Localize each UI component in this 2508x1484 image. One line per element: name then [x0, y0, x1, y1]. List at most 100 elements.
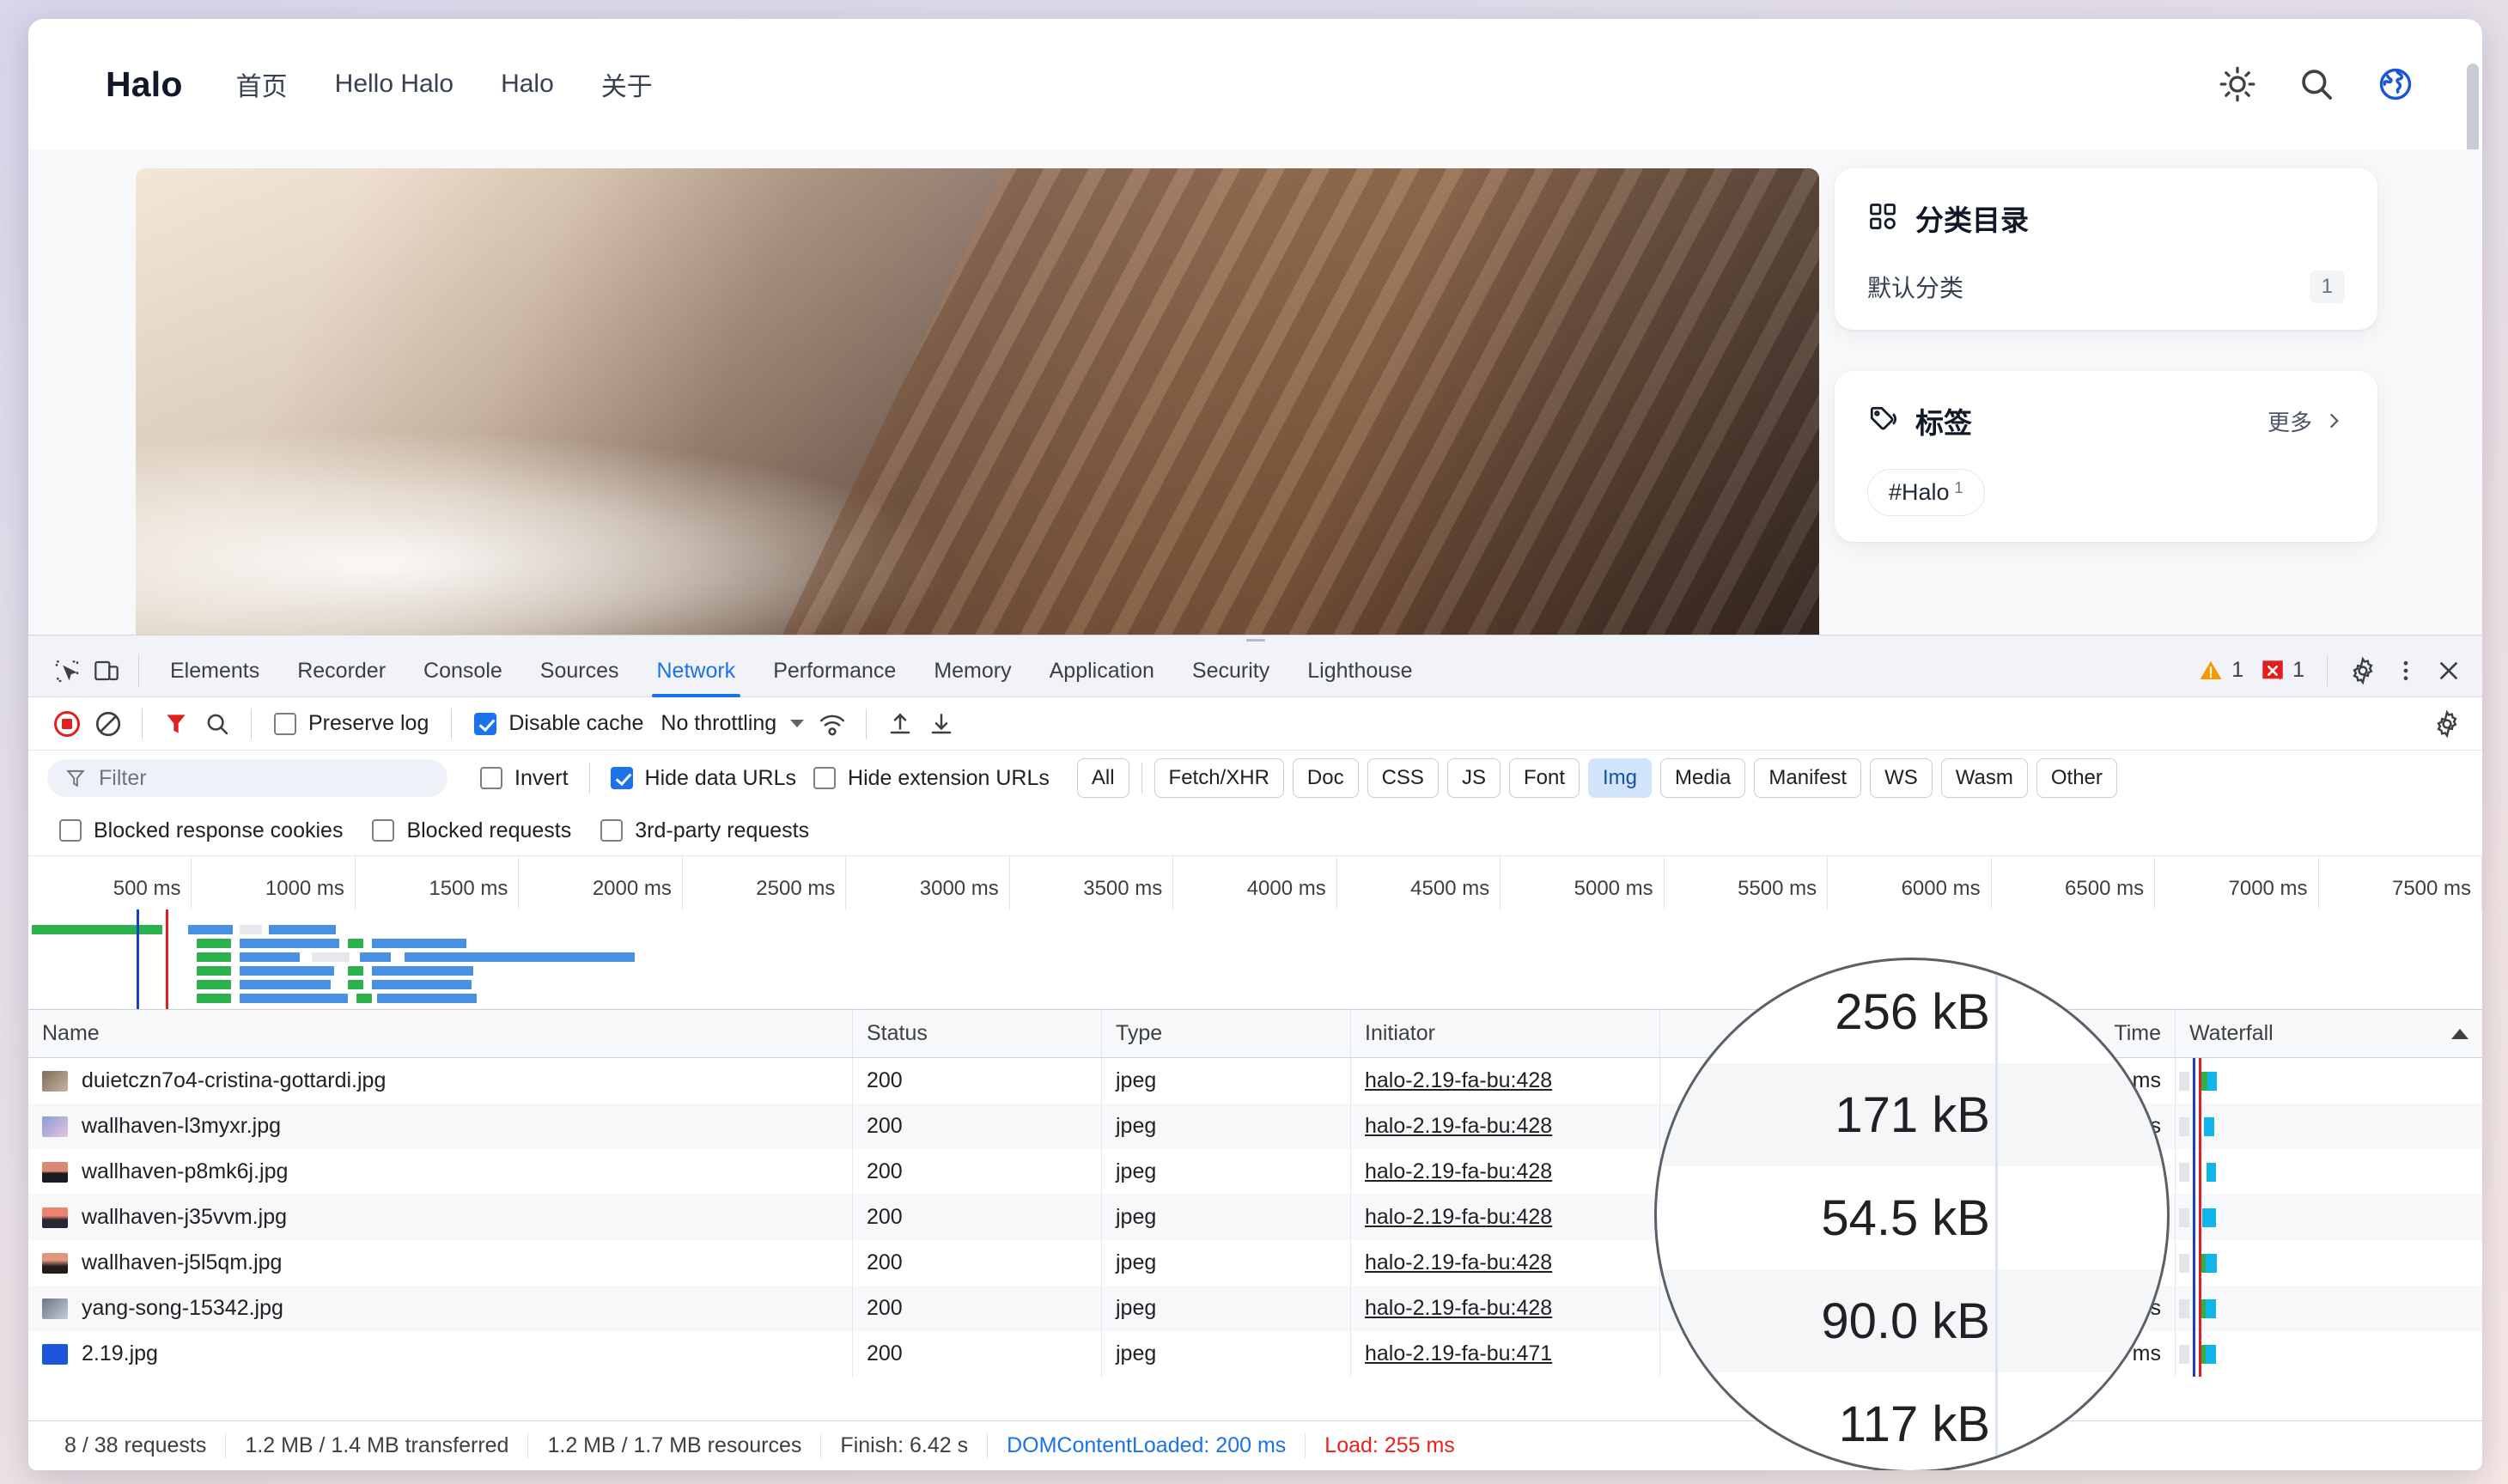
sun-icon[interactable]: [2218, 64, 2257, 104]
column-header-status[interactable]: Status: [853, 1010, 1102, 1057]
hide-extension-urls-checkbox[interactable]: Hide extension URLs: [805, 766, 1058, 791]
tab-memory[interactable]: Memory: [915, 644, 1030, 697]
initiator-link[interactable]: halo-2.19-fa-bu:428: [1365, 1250, 1552, 1275]
initiator-link[interactable]: halo-2.19-fa-bu:428: [1365, 1296, 1552, 1321]
initiator-link[interactable]: halo-2.19-fa-bu:428: [1365, 1068, 1552, 1093]
import-har-icon[interactable]: [880, 704, 920, 744]
site-brand[interactable]: Halo: [106, 64, 183, 105]
tab-network[interactable]: Network: [638, 644, 755, 697]
cell-initiator: halo-2.19-fa-bu:428: [1351, 1058, 1660, 1104]
third-party-requests-box: [600, 819, 624, 842]
type-filter-media[interactable]: Media: [1660, 758, 1746, 798]
tick: 1500 ms: [356, 856, 520, 909]
table-row[interactable]: wallhaven-j35vvm.jpg 200 jpeg halo-2.19-…: [28, 1195, 2482, 1240]
type-filter-img[interactable]: Img: [1588, 758, 1653, 798]
export-har-icon[interactable]: [922, 704, 961, 744]
cell-name: wallhaven-j35vvm.jpg: [28, 1195, 853, 1240]
network-toolbar: Preserve log Disable cache No throttling: [28, 697, 2482, 751]
type-filter-fetch-xhr[interactable]: Fetch/XHR: [1154, 758, 1284, 798]
preserve-log-checkbox[interactable]: Preserve log: [265, 711, 437, 736]
column-header-time[interactable]: Time: [1969, 1010, 2176, 1057]
column-header-type[interactable]: Type: [1102, 1010, 1351, 1057]
chevron-down-icon: [790, 720, 805, 727]
filter-icon: [66, 769, 85, 788]
more-options-icon[interactable]: [2386, 651, 2426, 690]
status-resources: 1.2 MB / 1.7 MB resources: [528, 1433, 822, 1458]
category-item[interactable]: 默认分类 1: [1867, 270, 2345, 304]
table-row[interactable]: wallhaven-j5l5qm.jpg 200 jpeg halo-2.19-…: [28, 1240, 2482, 1286]
table-row[interactable]: yang-song-15342.jpg 200 jpeg halo-2.19-f…: [28, 1286, 2482, 1331]
tags-title: 标签: [1915, 407, 1972, 439]
waterfall-load-line: [2199, 1104, 2201, 1149]
table-row[interactable]: wallhaven-l3myxr.jpg 200 jpeg halo-2.19-…: [28, 1104, 2482, 1149]
blocked-requests-checkbox[interactable]: Blocked requests: [372, 818, 571, 843]
table-row[interactable]: 2.19.jpg 200 jpeg halo-2.19-fa-bu:471 43…: [28, 1331, 2482, 1377]
type-filter-manifest[interactable]: Manifest: [1754, 758, 1862, 798]
tab-application[interactable]: Application: [1031, 644, 1173, 697]
nav-item-hello-halo[interactable]: Hello Halo: [335, 70, 454, 99]
categories-title: 分类目录: [1915, 204, 2029, 236]
close-icon[interactable]: [2429, 651, 2468, 690]
tab-performance[interactable]: Performance: [754, 644, 915, 697]
globe-icon[interactable]: [2376, 64, 2415, 104]
invert-checkbox[interactable]: Invert: [472, 766, 577, 791]
hide-data-urls-box: [610, 767, 633, 789]
tab-elements[interactable]: Elements: [151, 644, 278, 697]
network-settings-gear-icon[interactable]: [2427, 704, 2467, 744]
column-header-name[interactable]: Name: [28, 1010, 853, 1057]
type-filter-doc[interactable]: Doc: [1292, 758, 1359, 798]
hide-data-urls-checkbox[interactable]: Hide data URLs: [602, 766, 805, 791]
type-filter-font[interactable]: Font: [1508, 758, 1580, 798]
search-requests-icon[interactable]: [198, 704, 237, 744]
network-overview[interactable]: 500 ms 1000 ms 1500 ms 2000 ms 2500 ms 3…: [28, 855, 2482, 1010]
table-row[interactable]: duietczn7o4-cristina-gottardi.jpg 200 jp…: [28, 1058, 2482, 1104]
gear-icon[interactable]: [2343, 651, 2383, 690]
column-header-initiator[interactable]: Initiator: [1351, 1010, 1660, 1057]
tab-lighthouse[interactable]: Lighthouse: [1288, 644, 1431, 697]
filter-input[interactable]: Filter: [47, 759, 447, 797]
network-conditions-icon[interactable]: [813, 704, 852, 744]
type-filter-all[interactable]: All: [1076, 758, 1129, 798]
tab-security[interactable]: Security: [1173, 644, 1288, 697]
type-filter-other[interactable]: Other: [2036, 758, 2117, 798]
device-toolbar-icon[interactable]: [87, 651, 126, 690]
network-blocked-row: Blocked response cookies Blocked request…: [28, 806, 2482, 855]
inspect-element-icon[interactable]: [47, 651, 87, 690]
type-filter-css[interactable]: CSS: [1367, 758, 1439, 798]
disable-cache-checkbox[interactable]: Disable cache: [466, 711, 652, 736]
clear-button[interactable]: [88, 704, 128, 744]
tab-console[interactable]: Console: [405, 644, 521, 697]
cell-status: 200: [853, 1286, 1102, 1331]
tags-more-button[interactable]: 更多: [2268, 405, 2345, 437]
third-party-requests-checkbox[interactable]: 3rd-party requests: [600, 818, 809, 843]
column-header-waterfall[interactable]: Waterfall: [2176, 1010, 2482, 1057]
initiator-link[interactable]: halo-2.19-fa-bu:471: [1365, 1341, 1552, 1366]
preserve-log-label: Preserve log: [308, 711, 429, 735]
nav-item-about[interactable]: 关于: [601, 65, 653, 103]
type-filter-js[interactable]: JS: [1446, 758, 1501, 798]
table-row[interactable]: wallhaven-p8mk6j.jpg 200 jpeg halo-2.19-…: [28, 1149, 2482, 1195]
error-badge[interactable]: 1: [2254, 658, 2311, 683]
column-header-size[interactable]: Size: [1660, 1010, 1969, 1057]
tab-sources[interactable]: Sources: [521, 644, 638, 697]
warning-badge[interactable]: 1: [2191, 658, 2250, 684]
nav-item-home[interactable]: 首页: [236, 65, 288, 103]
throttling-select[interactable]: No throttling: [654, 711, 811, 736]
type-filter-ws[interactable]: WS: [1870, 758, 1933, 798]
tab-recorder[interactable]: Recorder: [278, 644, 405, 697]
search-icon[interactable]: [2297, 64, 2336, 104]
nav-item-halo[interactable]: Halo: [501, 70, 554, 99]
tag-chip-halo[interactable]: #Halo 1: [1867, 469, 1985, 516]
type-filter-wasm[interactable]: Wasm: [1940, 758, 2028, 798]
tick: 2500 ms: [683, 856, 847, 909]
devtools-resize-handle[interactable]: [28, 636, 2482, 644]
record-button[interactable]: [47, 704, 87, 744]
blocked-response-cookies-checkbox[interactable]: Blocked response cookies: [59, 818, 343, 843]
tick-label: 3500 ms: [1083, 877, 1163, 900]
initiator-link[interactable]: halo-2.19-fa-bu:428: [1365, 1159, 1552, 1184]
filter-toggle-icon[interactable]: [156, 704, 196, 744]
initiator-link[interactable]: halo-2.19-fa-bu:428: [1365, 1114, 1552, 1139]
initiator-link[interactable]: halo-2.19-fa-bu:428: [1365, 1205, 1552, 1230]
cell-size: 256 kB: [1660, 1058, 1969, 1104]
devtools-tabbar-right: 1 1: [2191, 651, 2468, 690]
